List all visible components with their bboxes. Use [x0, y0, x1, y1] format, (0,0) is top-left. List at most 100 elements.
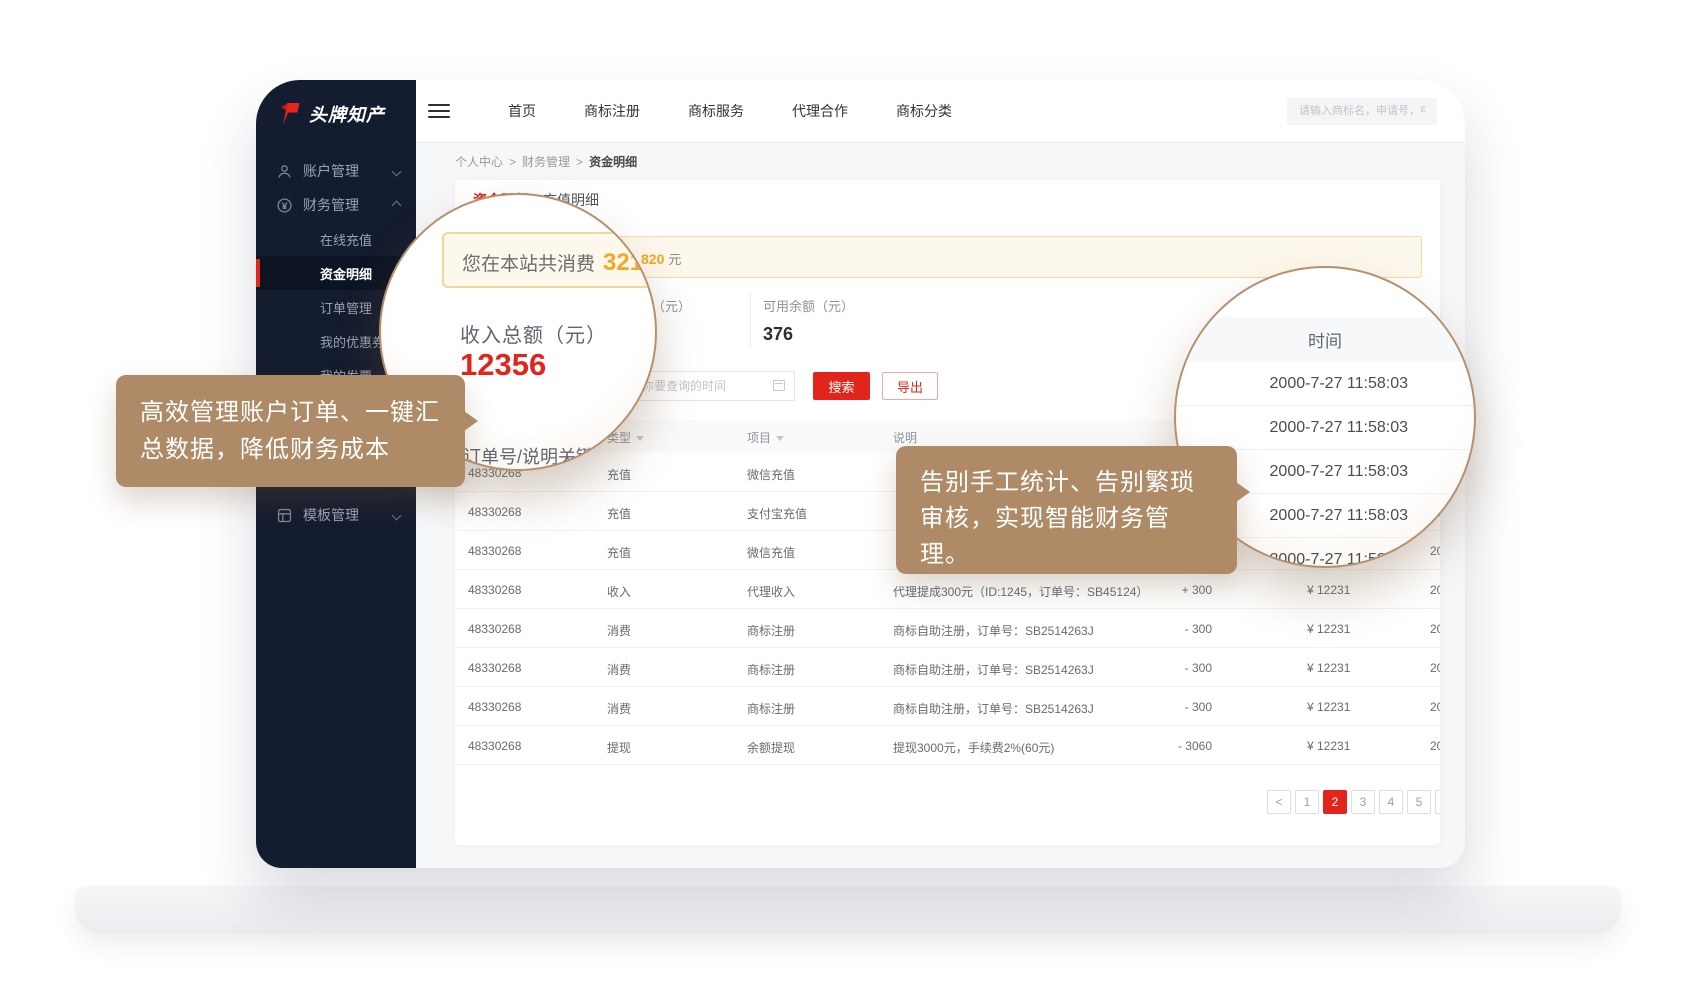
hamburger-menu-icon[interactable]	[428, 100, 450, 122]
pagination-next-stub[interactable]	[1435, 790, 1440, 814]
chevron-down-icon	[392, 510, 402, 520]
nav-item-agency[interactable]: 代理合作	[768, 101, 872, 121]
laptop-mockup: 头牌知产 账户管理 财务管理 在线充值	[0, 0, 1696, 1002]
breadcrumb-separator: >	[509, 155, 516, 169]
cell-project: 微信充值	[747, 466, 795, 483]
col-project-label: 项目	[747, 431, 771, 445]
pagination-page-1[interactable]: 1	[1295, 790, 1319, 814]
cell-order: 48330268	[468, 700, 521, 714]
chevron-down-icon	[392, 166, 402, 176]
cell-order: 48330268	[468, 505, 521, 519]
magnified-banner-amount: 32124	[603, 249, 657, 276]
breadcrumb-personal-center[interactable]: 个人中心	[455, 153, 503, 170]
cell-order: 48330268	[468, 544, 521, 558]
cell-amount: - 300	[1155, 700, 1212, 714]
chevron-up-icon	[392, 200, 402, 210]
brand-logo-icon	[278, 102, 302, 126]
cell-project: 商标注册	[747, 622, 795, 639]
cell-project: 商标注册	[747, 661, 795, 678]
stat-divider	[750, 292, 751, 348]
sort-caret-icon	[776, 436, 784, 441]
pagination-page-3[interactable]: 3	[1351, 790, 1375, 814]
cell-desc: 商标自助注册，订单号：SB2514263J	[893, 700, 1094, 717]
magnified-consumption-banner: 您在本站共消费 32124	[442, 232, 657, 288]
tooltip-left-text: 高效管理账户订单、一键汇总数据，降低财务成本	[140, 399, 440, 463]
table-row: 48330268 消费 商标注册 商标自助注册，订单号：SB2514263J -…	[455, 648, 1440, 687]
magnified-time-header: 时间	[1176, 317, 1474, 362]
cell-project: 支付宝充值	[747, 505, 807, 522]
cell-desc: 商标自助注册，订单号：SB2514263J	[893, 622, 1094, 639]
sidebar-item-online-recharge[interactable]: 在线充值	[256, 222, 416, 256]
cell-order: 48330268	[468, 661, 521, 675]
magnified-banner-text: 您在本站共消费 32124	[462, 249, 657, 277]
sidebar-item-account[interactable]: 账户管理	[256, 154, 416, 188]
table-row: 48330268 消费 商标注册 商标自助注册，订单号：SB2514263J -…	[455, 687, 1440, 726]
cell-balance: ¥ 12231	[1307, 661, 1350, 675]
cell-type: 提现	[607, 739, 631, 756]
sidebar-subitem-label: 资金明细	[320, 264, 372, 283]
trademark-search-input[interactable]	[1287, 98, 1437, 125]
magnified-time-cell: 2000-7-27 11:58:03	[1176, 362, 1474, 406]
nav-item-home[interactable]: 首页	[484, 101, 560, 121]
brand-logo[interactable]: 头牌知产	[256, 80, 416, 148]
cell-time: 2000-7-27 11:58:03	[1430, 583, 1440, 597]
tooltip-arrow-icon	[1236, 482, 1250, 502]
pagination-prev[interactable]: <	[1267, 790, 1291, 814]
cell-time: 2000-7-27 11:58:03	[1430, 622, 1440, 636]
sidebar-item-templates[interactable]: 模板管理	[256, 498, 416, 532]
col-project-header[interactable]: 项目	[747, 429, 784, 446]
cell-type: 充值	[607, 505, 631, 522]
nav-item-trademark-services[interactable]: 商标服务	[664, 101, 768, 121]
magnified-table-header: 订单号/说明关键字	[463, 443, 612, 469]
export-button[interactable]: 导出	[882, 372, 938, 400]
pagination-page-2[interactable]: 2	[1323, 790, 1347, 814]
top-navbar: 首页 商标注册 商标服务 代理合作 商标分类	[416, 80, 1465, 143]
cell-balance: ¥ 12231	[1307, 700, 1350, 714]
finance-icon	[276, 197, 293, 214]
sidebar-item-label: 账户管理	[303, 161, 359, 181]
cell-desc: 提现3000元，手续费2%(60元)	[893, 739, 1054, 756]
cell-balance: ¥ 12231	[1307, 583, 1350, 597]
cell-order: 48330268	[468, 583, 521, 597]
breadcrumb: 个人中心 > 财务管理 > 资金明细	[416, 143, 1465, 180]
sidebar-item-label: 财务管理	[303, 195, 359, 215]
cell-project: 微信充值	[747, 544, 795, 561]
cell-balance: ¥ 12231	[1307, 622, 1350, 636]
stat-value: 376	[763, 324, 854, 345]
stat-balance: 可用余额（元） 376	[763, 296, 854, 345]
nav-item-trademark-classes[interactable]: 商标分类	[872, 101, 976, 121]
cell-type: 消费	[607, 700, 631, 717]
cell-type: 充值	[607, 544, 631, 561]
tooltip-right-text: 告别手工统计、告别繁琐审核，实现智能财务管理。	[920, 469, 1195, 568]
cell-amount: - 3060	[1155, 739, 1212, 753]
sidebar-item-finance[interactable]: 财务管理	[256, 188, 416, 222]
template-icon	[276, 507, 293, 524]
magnified-income-label: 收入总额（元）	[460, 319, 607, 348]
sidebar-item-label: 模板管理	[303, 505, 359, 525]
cell-type: 收入	[607, 583, 631, 600]
pagination-page-5[interactable]: 5	[1407, 790, 1431, 814]
nav-item-trademark-register[interactable]: 商标注册	[560, 101, 664, 121]
magnified-banner-prefix: 您在本站共消费	[462, 254, 595, 275]
cell-balance: ¥ 12231	[1307, 739, 1350, 753]
cell-order: 48330268	[468, 622, 521, 636]
cell-amount: + 300	[1155, 583, 1212, 597]
stat-label: 可用余额（元）	[763, 296, 854, 315]
cell-amount: - 300	[1155, 661, 1212, 675]
cell-type: 消费	[607, 622, 631, 639]
cell-project: 商标注册	[747, 700, 795, 717]
table-row: 48330268 提现 余额提现 提现3000元，手续费2%(60元) - 30…	[455, 726, 1440, 765]
top-nav-links: 首页 商标注册 商标服务 代理合作 商标分类	[484, 101, 976, 121]
brand-name: 头牌知产	[309, 101, 385, 127]
cell-desc: 代理提成300元（ID:1245，订单号：SB45124）	[893, 583, 1148, 600]
laptop-base	[75, 886, 1621, 934]
cell-desc: 商标自助注册，订单号：SB2514263J	[893, 661, 1094, 678]
cell-time: 2000-7-27 11:58:03	[1430, 700, 1440, 714]
pagination-page-4[interactable]: 4	[1379, 790, 1403, 814]
user-icon	[276, 163, 293, 180]
cell-project: 余额提现	[747, 739, 795, 756]
consumption-unit: 元	[668, 252, 681, 267]
search-button[interactable]: 搜索	[813, 372, 870, 400]
table-row: 48330268 收入 代理收入 代理提成300元（ID:1245，订单号：SB…	[455, 570, 1440, 609]
breadcrumb-finance[interactable]: 财务管理	[522, 153, 570, 170]
